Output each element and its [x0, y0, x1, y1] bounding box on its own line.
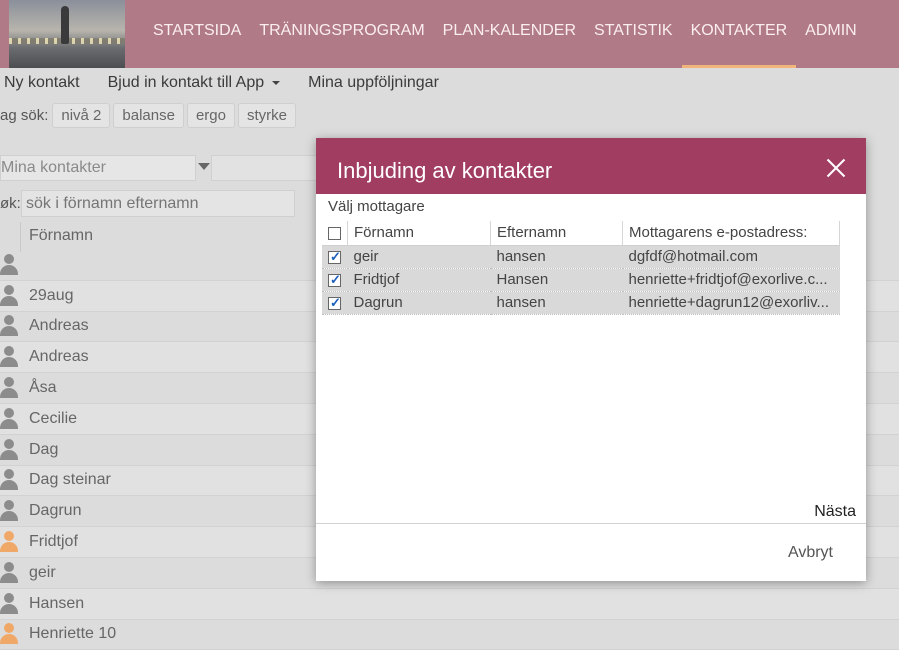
contact-name: Andreas [29, 317, 89, 335]
dialog-subtitle: Välj mottagare [328, 198, 425, 215]
person-icon [0, 561, 18, 584]
cell-firstname: Fridtjof [347, 268, 491, 292]
contact-name: Henriette 10 [29, 625, 117, 643]
row-checkbox[interactable] [328, 295, 341, 311]
column-header-lastname[interactable]: Efternamn [490, 221, 623, 246]
column-header-firstname[interactable]: Förnamn [20, 222, 93, 252]
next-button[interactable]: Nästa [814, 503, 856, 521]
contact-name: Dagrun [29, 502, 82, 520]
secondary-filter-select[interactable] [211, 155, 321, 181]
contact-name: Andreas [29, 348, 89, 366]
caret-down-icon [272, 80, 281, 85]
person-icon [0, 315, 18, 337]
my-followups-button[interactable]: Mina uppföljningar [304, 74, 443, 92]
list-item[interactable]: Henriette 10 [0, 620, 899, 650]
invite-contacts-dialog: Inbjuding av kontakter Välj mottagare Fö… [316, 138, 866, 581]
cell-email: henriette+fridtjof@exorlive.c... [622, 268, 840, 292]
search-label: øk: [0, 195, 21, 212]
cancel-button[interactable]: Avbryt [788, 544, 833, 562]
nav-statistik[interactable]: STATISTIK [585, 0, 682, 68]
person-icon [0, 407, 18, 430]
nav-plan-kalender[interactable]: PLAN-KALENDER [434, 0, 585, 68]
tag-ergo[interactable]: ergo [186, 102, 235, 128]
cell-firstname: Dagrun [347, 291, 491, 315]
contacts-filter-select[interactable]: Mina kontakter [0, 155, 196, 181]
invite-app-dropdown[interactable]: Bjud in kontakt till App [104, 74, 285, 92]
recipients-table: Förnamn Efternamn Mottagarens e-postadre… [322, 221, 840, 315]
contact-name: 29aug [29, 286, 74, 304]
tag-search-row: ag sök: nivå 2 balanse ergo styrke [0, 100, 299, 130]
close-icon[interactable] [826, 158, 846, 178]
new-contact-button[interactable]: Ny kontakt [0, 74, 84, 92]
cell-lastname: hansen [490, 245, 623, 269]
table-row[interactable]: geir hansen dgfdf@hotmail.com [322, 245, 840, 269]
nav-startsida[interactable]: STARTSIDA [144, 0, 250, 68]
cell-email: henriette+dagrun12@exorliv... [622, 291, 840, 315]
contact-name: Dag steinar [29, 471, 111, 489]
row-checkbox[interactable] [328, 249, 341, 265]
person-icon [0, 346, 18, 368]
select-caret-icon[interactable] [198, 163, 210, 170]
logo-image[interactable] [9, 0, 125, 68]
nav-kontakter[interactable]: KONTAKTER [681, 0, 797, 68]
contact-name: Cecilie [29, 409, 78, 427]
table-row[interactable]: Dagrun hansen henriette+dagrun12@exorliv… [322, 291, 840, 315]
column-header-email[interactable]: Mottagarens e-postadress: [622, 221, 840, 246]
select-all-header [322, 221, 348, 246]
contact-name: geir [29, 563, 56, 581]
person-icon [0, 531, 18, 553]
invite-app-label: Bjud in kontakt till App [107, 74, 265, 91]
nav-admin[interactable]: ADMIN [796, 0, 866, 68]
person-icon [0, 284, 18, 307]
row-checkbox-cell [322, 245, 348, 269]
nav-traningsprogram[interactable]: TRÄNINGSPROGRAM [250, 0, 433, 68]
top-navigation-bar: STARTSIDA TRÄNINGSPROGRAM PLAN-KALENDER … [0, 0, 899, 68]
table-row[interactable]: Fridtjof Hansen henriette+fridtjof@exorl… [322, 268, 840, 292]
person-icon [0, 592, 18, 615]
person-icon [0, 469, 18, 491]
tag-styrke[interactable]: styrke [237, 102, 296, 128]
person-icon [0, 253, 18, 276]
select-all-checkbox[interactable] [328, 226, 341, 240]
person-icon [0, 623, 18, 645]
dialog-header: Inbjuding av kontakter [316, 138, 866, 194]
contact-name: Åsa [29, 379, 57, 397]
tag-search-label: ag sök: [0, 106, 49, 124]
cell-email: dgfdf@hotmail.com [622, 245, 840, 269]
cell-firstname: geir [347, 245, 491, 269]
person-icon [0, 500, 18, 522]
cell-lastname: hansen [490, 291, 623, 315]
person-icon [0, 438, 18, 461]
column-header-firstname[interactable]: Förnamn [347, 221, 491, 246]
search-input[interactable] [21, 190, 295, 217]
person-icon [0, 377, 18, 399]
logo-runner-figure [61, 6, 69, 44]
row-checkbox-cell [322, 268, 348, 292]
list-item[interactable]: Hansen [0, 588, 899, 620]
table-header-row: Förnamn Efternamn Mottagarens e-postadre… [322, 221, 840, 246]
contacts-toolbar: Ny kontakt Bjud in kontakt till App Mina… [0, 70, 463, 96]
dialog-title: Inbjuding av kontakter [337, 158, 553, 183]
contact-name: Fridtjof [29, 533, 78, 551]
cell-lastname: Hansen [490, 268, 623, 292]
tag-niva-2[interactable]: nivå 2 [52, 102, 111, 128]
row-checkbox[interactable] [328, 272, 341, 288]
tag-balanse[interactable]: balanse [113, 102, 184, 128]
main-nav: STARTSIDA TRÄNINGSPROGRAM PLAN-KALENDER … [144, 0, 866, 68]
contact-name: Hansen [29, 594, 85, 612]
contact-name: Dag [29, 440, 59, 458]
dialog-divider [316, 523, 866, 524]
row-checkbox-cell [322, 291, 348, 315]
